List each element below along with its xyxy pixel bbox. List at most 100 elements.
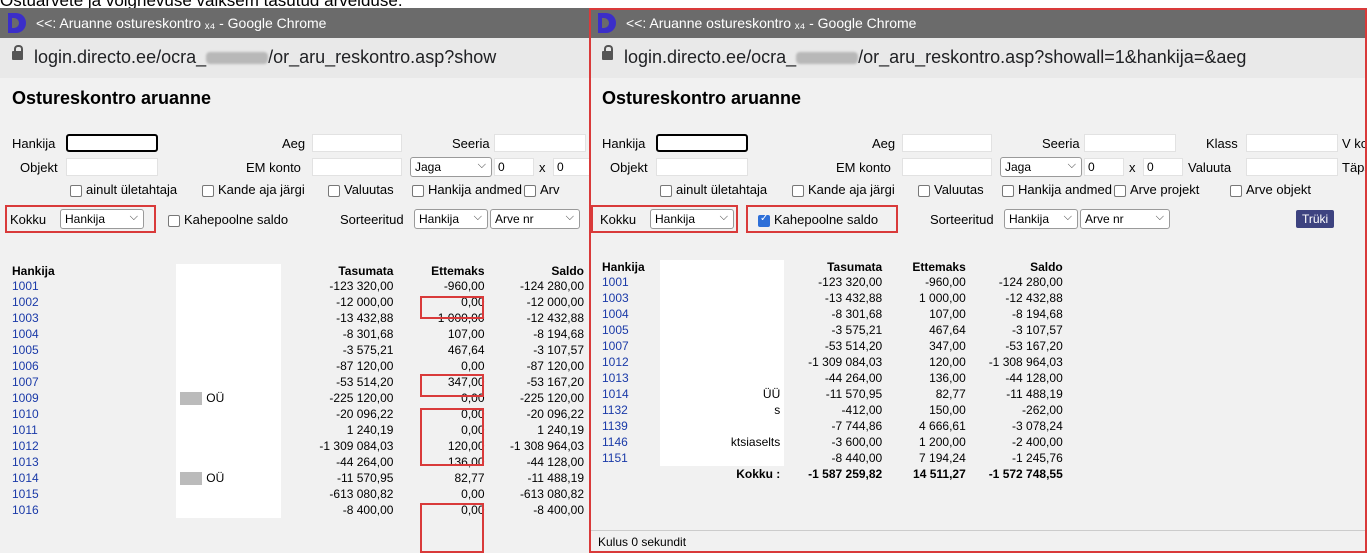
- aeg-input[interactable]: [902, 134, 992, 152]
- checkbox-box[interactable]: [328, 184, 340, 197]
- hankija-link[interactable]: 1013: [8, 454, 176, 470]
- address-bar[interactable]: login.directo.ee/ocra_/or_aru_reskontro.…: [0, 38, 595, 78]
- sort2-select[interactable]: Arve nr ⌵: [490, 209, 580, 229]
- checkbox-ainult[interactable]: ainult ületahtaja: [70, 182, 177, 197]
- hankija-link[interactable]: 1005: [598, 322, 660, 338]
- seeria-input[interactable]: [1084, 134, 1176, 152]
- hankija-link[interactable]: 1004: [8, 326, 176, 342]
- report-page: Ostureskontro aruanne Hankija Aeg Seeria…: [590, 78, 1367, 553]
- checkbox-ainult[interactable]: ainult ületahtaja: [660, 182, 767, 197]
- table-row: 1005 -3 575,21 467,64 -3 107,57: [598, 322, 1178, 338]
- checkbox-arve-projekt[interactable]: Arv: [524, 182, 560, 197]
- trueki-button[interactable]: Trüki: [1296, 210, 1335, 228]
- sort2-select[interactable]: Arve nr ⌵: [1080, 209, 1170, 229]
- klass-input[interactable]: [1246, 134, 1338, 152]
- hankija-link[interactable]: 1139: [598, 418, 660, 434]
- hankija-link[interactable]: 1132: [598, 402, 660, 418]
- hankija-link[interactable]: 1146: [598, 434, 660, 450]
- url-text[interactable]: login.directo.ee/ocra_/or_aru_reskontro.…: [34, 47, 496, 68]
- saldo-cell: 1 240,19: [537, 423, 584, 437]
- hankija-link[interactable]: 1006: [8, 358, 176, 374]
- hankija-link[interactable]: 1014: [8, 470, 176, 486]
- hankija-link[interactable]: 1007: [8, 374, 176, 390]
- x-number-input[interactable]: 0: [553, 158, 593, 176]
- checkbox-box[interactable]: [412, 184, 424, 197]
- aeg-input[interactable]: [312, 134, 402, 152]
- hankija-link[interactable]: 1004: [598, 306, 660, 322]
- hankija-link[interactable]: 1009: [8, 390, 176, 406]
- table-row: 1010 -20 096,22 0,00 -20 096,22: [8, 406, 588, 422]
- seeria-input[interactable]: [494, 134, 586, 152]
- hankija-input[interactable]: [656, 134, 748, 152]
- status-footer: Kulus 0 sekundit: [590, 530, 1367, 553]
- saldo-cell: -8 194,68: [533, 327, 584, 341]
- checkbox-arve-objekt[interactable]: Arve objekt: [1230, 182, 1311, 197]
- empty-cell: [1067, 290, 1178, 306]
- checkbox-box[interactable]: [524, 184, 536, 197]
- jaga-number-input[interactable]: 0: [494, 158, 534, 176]
- hankija-link[interactable]: 1003: [8, 310, 176, 326]
- hankija-link[interactable]: 1001: [598, 274, 660, 290]
- checkbox-kahepoolne[interactable]: Kahepoolne saldo: [758, 212, 878, 227]
- tasumata-cell: 1 240,19: [346, 423, 394, 437]
- checkbox-valuutas[interactable]: Valuutas: [918, 182, 984, 197]
- empty-cell: [1067, 274, 1178, 290]
- address-bar[interactable]: login.directo.ee/ocra_/or_aru_reskontro.…: [590, 38, 1367, 78]
- em-konto-input[interactable]: [312, 158, 402, 176]
- checkbox-checked-icon[interactable]: [758, 213, 770, 227]
- valuuta-input[interactable]: [1246, 158, 1338, 176]
- checkbox-hankija-andmed[interactable]: Hankija andmed: [1002, 182, 1112, 197]
- checkbox-arve-projekt[interactable]: Arve projekt: [1114, 182, 1199, 197]
- jaga-number-input[interactable]: 0: [1084, 158, 1124, 176]
- checkbox-box[interactable]: [1230, 184, 1242, 197]
- hankija-link[interactable]: 1151: [598, 450, 660, 466]
- hankija-link[interactable]: 1011: [8, 422, 176, 438]
- hankija-link[interactable]: 1002: [8, 294, 176, 310]
- hankija-link[interactable]: 1015: [8, 486, 176, 502]
- checkbox-box[interactable]: [168, 214, 180, 227]
- jaga-select[interactable]: Jaga ⌵: [410, 157, 492, 177]
- kokku-select[interactable]: Hankija ⌵: [650, 209, 734, 229]
- hankija-link[interactable]: 1007: [598, 338, 660, 354]
- url-text[interactable]: login.directo.ee/ocra_/or_aru_reskontro.…: [624, 47, 1246, 68]
- hankija-name: [659, 418, 785, 434]
- checkbox-box[interactable]: [1002, 184, 1014, 197]
- em-konto-input[interactable]: [902, 158, 992, 176]
- saldo-cell: -3 078,24: [1012, 419, 1063, 433]
- sort1-select[interactable]: Hankija ⌵: [414, 209, 488, 229]
- x-number-input[interactable]: 0: [1143, 158, 1183, 176]
- checkbox-hankija-andmed[interactable]: Hankija andmed: [412, 182, 522, 197]
- saldo-cell: -12 000,00: [526, 295, 584, 309]
- checkbox-box[interactable]: [70, 184, 82, 197]
- ettemaks-cell: 347,00: [929, 339, 966, 353]
- hankija-input[interactable]: [66, 134, 158, 152]
- hankija-link[interactable]: 1014: [598, 386, 660, 402]
- directo-logo-icon: [598, 13, 616, 33]
- ettemaks-cell: 467,64: [929, 323, 966, 337]
- objekt-input[interactable]: [656, 158, 748, 176]
- hankija-link[interactable]: 1010: [8, 406, 176, 422]
- hankija-link[interactable]: 1012: [598, 354, 660, 370]
- hankija-link[interactable]: 1013: [598, 370, 660, 386]
- checkbox-box[interactable]: [792, 184, 804, 197]
- jaga-select[interactable]: Jaga ⌵: [1000, 157, 1082, 177]
- tasumata-cell: -8 400,00: [342, 503, 394, 517]
- sort1-select[interactable]: Hankija ⌵: [1004, 209, 1078, 229]
- checkbox-kande[interactable]: Kande aja järgi: [202, 182, 305, 197]
- objekt-input[interactable]: [66, 158, 158, 176]
- checkbox-kande[interactable]: Kande aja järgi: [792, 182, 895, 197]
- hankija-link[interactable]: 1001: [8, 278, 176, 294]
- kokku-select[interactable]: Hankija ⌵: [60, 209, 144, 229]
- checkbox-kahepoolne[interactable]: Kahepoolne saldo: [168, 212, 288, 227]
- checkbox-box[interactable]: [918, 184, 930, 197]
- checkbox-box[interactable]: [660, 184, 672, 197]
- checkbox-valuutas[interactable]: Valuutas: [328, 182, 394, 197]
- checkbox-box[interactable]: [1114, 184, 1126, 197]
- hankija-link[interactable]: 1005: [8, 342, 176, 358]
- hankija-link[interactable]: 1016: [8, 502, 176, 518]
- hankija-link[interactable]: 1012: [8, 438, 176, 454]
- checkbox-box[interactable]: [202, 184, 214, 197]
- hankija-link[interactable]: 1003: [598, 290, 660, 306]
- saldo-cell: -2 400,00: [1012, 435, 1063, 449]
- hankija-name: ÜÜ: [659, 386, 785, 402]
